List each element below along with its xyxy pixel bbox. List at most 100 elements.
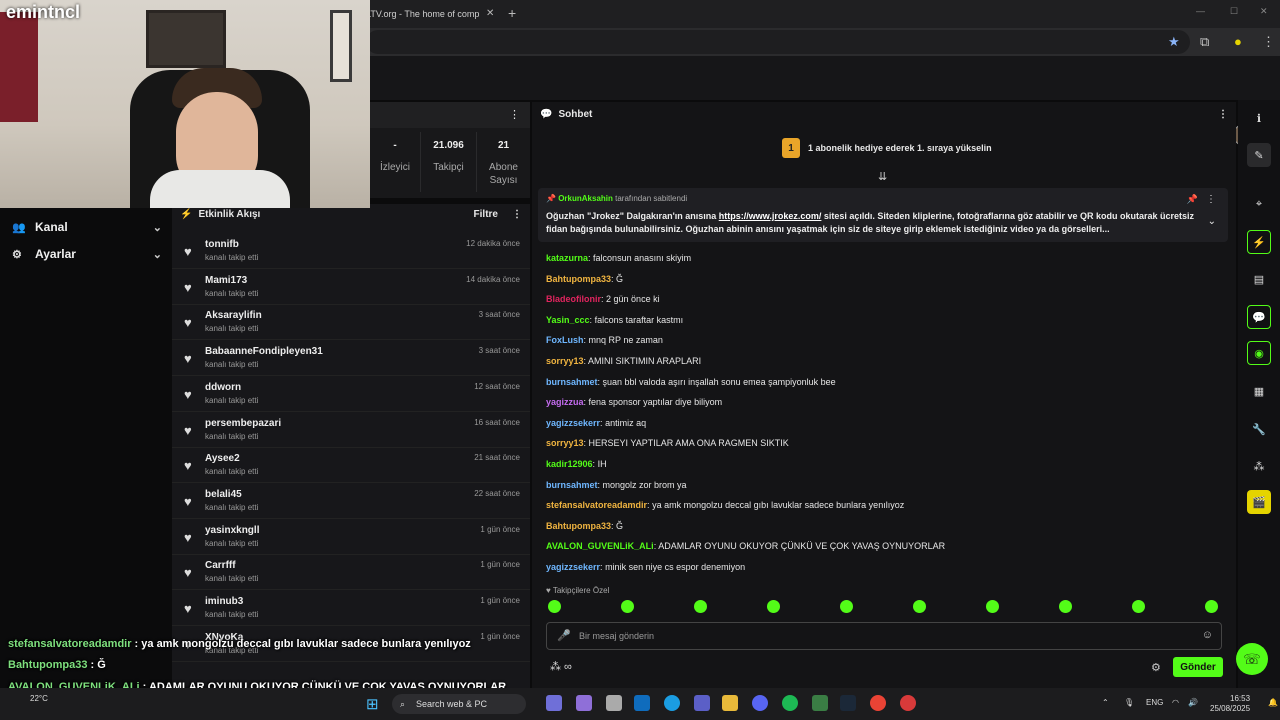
activity-username[interactable]: persembepazari [205,418,281,429]
chat-username[interactable]: yagizzsekerr [546,562,600,572]
activity-username[interactable]: yasinxkngll [205,525,259,536]
chat-username[interactable]: AVALON_GUVENLiK_ALi [546,541,654,551]
chat-icon[interactable]: 💬 [1247,305,1271,329]
chat-username[interactable]: kadir12906 [546,459,593,469]
pin-icon[interactable]: 📌 [1187,194,1198,205]
maximize-icon[interactable]: ☐ [1230,6,1238,17]
edit-icon[interactable]: ✎ [1247,143,1271,167]
activity-item[interactable]: ♥ BabaanneFondipleyen31 kanalı takip etti 3… [172,341,530,377]
chat-username[interactable]: burnsahmet [546,480,598,490]
document-icon[interactable]: ▤ [1247,267,1271,291]
mic-icon[interactable]: 🎙 [1124,698,1134,707]
emote-icon[interactable] [1059,600,1072,613]
sidebar-item-ayarlar[interactable]: ⚙ Ayarlar ⌄ [12,243,162,265]
send-button[interactable]: Gönder [1173,657,1223,677]
gift-sub-banner[interactable]: 1 1 abonelik hediye ederek 1. sıraya yük… [782,138,992,158]
emote-icon[interactable] [1132,600,1145,613]
emote-icon[interactable] [1205,600,1218,613]
activity-username[interactable]: tonnifb [205,239,239,250]
activity-item[interactable]: ♥ ddworn kanalı takip etti 12 saat önce [172,377,530,412]
chat-username[interactable]: burnsahmet [546,377,598,387]
emote-icon[interactable] [767,600,780,613]
teams-icon[interactable] [694,695,710,711]
activity-item[interactable]: ♥ Aysee2 kanalı takip etti 21 saat önce [172,448,530,484]
chevron-up-icon[interactable]: ⌃ [1102,698,1109,707]
scroll-down-icon[interactable]: ⇊ [878,170,887,183]
chat-username[interactable]: katazurna [546,253,588,263]
tab-close-icon[interactable]: ✕ [486,8,494,19]
info-icon[interactable]: ℹ [1247,106,1271,130]
notifications-icon[interactable]: 🔔 [1268,698,1278,707]
outlook-icon[interactable] [634,695,650,711]
activity-username[interactable]: belali45 [205,489,242,500]
activity-username[interactable]: iminub3 [205,596,243,607]
activity-username[interactable]: Mami173 [205,275,247,286]
chat-username[interactable]: Bahtupompa33 [546,521,611,531]
activity-username[interactable]: Carrfff [205,560,236,571]
support-chat-button[interactable]: ☏ [1236,643,1268,675]
filter-button[interactable]: Filtre [474,209,498,220]
browser-tab[interactable]: LTV.org - The home of comp [366,4,496,24]
spotify-icon[interactable] [782,695,798,711]
app-icon[interactable] [812,695,828,711]
chat-username[interactable]: FoxLush [546,335,584,345]
emote-icon[interactable] [694,600,707,613]
copilot-icon[interactable] [546,695,562,711]
wrench-icon[interactable]: 🔧 [1247,417,1271,441]
discord-icon[interactable] [752,695,768,711]
chat-username[interactable]: sorryy13 [546,356,584,366]
focus-icon[interactable]: ⌖ [1247,192,1271,216]
emote-icon[interactable] [840,600,853,613]
profile-icon[interactable]: ● [1234,34,1242,49]
activity-item[interactable]: ♥ persembepazari kanalı takip etti 16 saat … [172,413,530,448]
chat-username[interactable]: Bahtupompa33 [546,274,611,284]
activity-item[interactable]: ♥ yasinxkngll kanalı takip etti 1 gün önce [172,520,530,555]
emote-icon[interactable] [986,600,999,613]
gear-icon[interactable]: ⚙ [1151,661,1161,674]
chat-username[interactable]: sorryy13 [546,438,584,448]
activity-username[interactable]: Aksaraylifin [205,310,262,321]
edge-icon[interactable] [664,695,680,711]
new-tab-button[interactable]: + [508,5,516,21]
activity-username[interactable]: Aysee2 [205,453,240,464]
emote-icon[interactable] [621,600,634,613]
minimize-icon[interactable]: — [1196,6,1205,16]
activity-item[interactable]: ♥ belali45 kanalı takip etti 22 saat önce [172,484,530,519]
chat-username[interactable]: yagizzsekerr [546,418,600,428]
emoji-icon[interactable]: ☺ [1202,629,1213,641]
emote-icon[interactable] [548,600,561,613]
activity-item[interactable]: ♥ Aksaraylifin kanalı takip etti 3 saat önc… [172,305,530,341]
activity-item[interactable]: ♥ Carrfff kanalı takip etti 1 gün önce [172,555,530,591]
share-icon[interactable]: ⁂ [1247,454,1271,478]
steam-icon[interactable] [840,695,856,711]
emote-icon[interactable] [913,600,926,613]
app-icon[interactable] [576,695,592,711]
chrome-icon[interactable] [870,695,886,711]
browser-menu-icon[interactable]: ⋮ [1262,34,1275,50]
windows-start-icon[interactable]: ⊞ [366,695,379,713]
taskbar-clock[interactable]: 16:53 25/08/2025 [1210,694,1250,714]
activity-item[interactable]: ♥ tonnifb kanalı takip etti 12 dakika önce [172,234,530,269]
chevron-down-icon[interactable]: ⌄ [1208,216,1216,227]
more-options-icon[interactable]: ⋮ [512,209,522,220]
close-window-icon[interactable]: ✕ [1260,6,1268,17]
mic-icon[interactable]: 🎤 [557,629,571,642]
activity-username[interactable]: ddworn [205,382,241,393]
activity-item[interactable]: ♥ iminub3 kanalı takip etti 1 gün önce [172,591,530,626]
activity-item[interactable]: ♥ Mami173 kanalı takip etti 14 dakika önce [172,270,530,305]
wifi-icon[interactable]: ◠ [1172,698,1179,707]
speaker-icon[interactable]: 🔊 [1188,698,1198,707]
more-options-icon[interactable]: ⋮ [509,108,520,121]
sidebar-item-kanal[interactable]: 👥 Kanal ⌄ [12,216,162,238]
chat-username[interactable]: stefansalvatoreadamdir [546,500,647,510]
activity-username[interactable]: BabaanneFondipleyen31 [205,346,323,357]
store-icon[interactable] [606,695,622,711]
language-indicator[interactable]: ENG [1146,698,1163,707]
bolt-icon[interactable]: ⚡ [1247,230,1271,254]
chat-username[interactable]: Bladeofilonir [546,294,601,304]
address-bar[interactable] [366,30,1190,54]
clapper-icon[interactable]: 🎬 [1247,490,1271,514]
weather-widget[interactable]: 22°C [30,694,48,703]
chat-username[interactable]: Yasin_ccc [546,315,590,325]
bookmark-star-icon[interactable]: ★ [1168,34,1180,50]
